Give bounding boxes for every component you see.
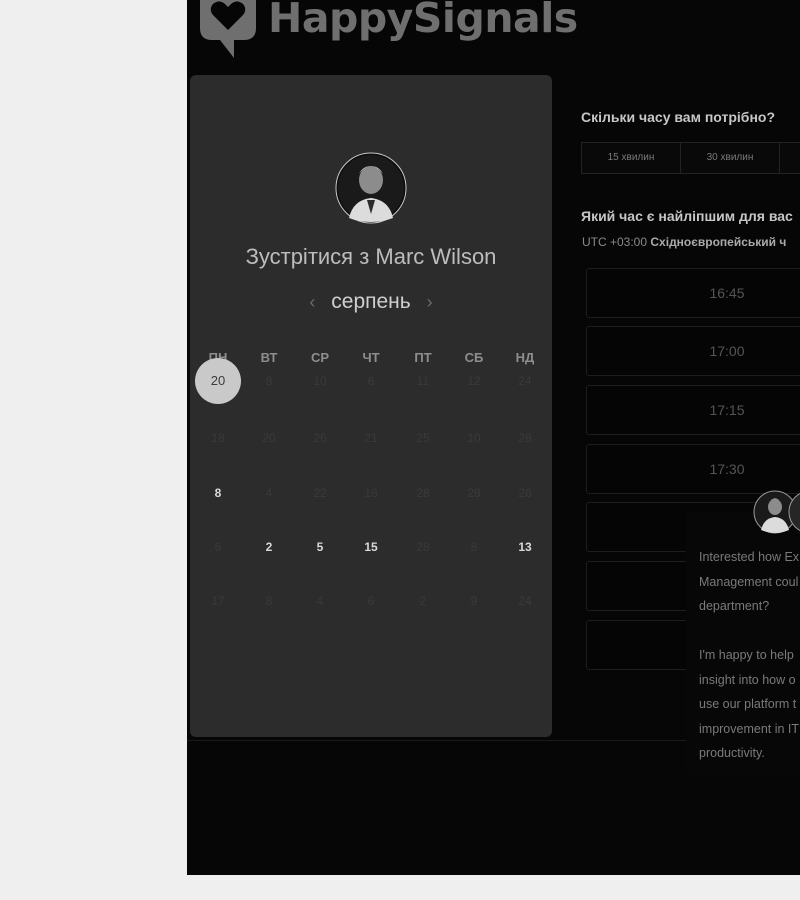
time-slot[interactable]: 17:15	[586, 385, 800, 435]
chat-line	[699, 619, 800, 644]
heart-chat-logo-icon	[200, 0, 256, 58]
calendar-day: 10	[313, 374, 327, 388]
calendar-day: 2	[419, 594, 427, 608]
calendar-day: 10	[467, 431, 481, 445]
calendar-day: 28	[518, 431, 532, 445]
calendar-day: 6	[214, 540, 222, 554]
calendar-day: 20	[262, 431, 276, 445]
duration-question: Скільки часу вам потрібно?	[581, 109, 776, 125]
timezone-offset: UTC +03:00	[582, 235, 648, 249]
calendar-day: 25	[416, 431, 430, 445]
chat-line: Management coul	[699, 574, 799, 589]
calendar-day: 4	[316, 594, 324, 608]
weekday-header: ВТ	[260, 350, 278, 365]
chevron-left-icon[interactable]: ‹	[309, 292, 315, 312]
duration-option[interactable]: 30 хвилин	[680, 142, 780, 174]
chevron-right-icon[interactable]: ›	[427, 292, 433, 312]
calendar-day: 24	[518, 594, 532, 608]
calendar-day: 17	[211, 594, 225, 608]
calendar-day: 26	[518, 486, 532, 500]
duration-option[interactable]: 15 хвилин	[581, 142, 681, 174]
time-slot[interactable]: 16:45	[586, 268, 800, 318]
calendar-day: 12	[467, 374, 481, 388]
chat-line: insight into how o	[699, 672, 796, 687]
time-question: Який час є найліпшим для вас	[581, 208, 793, 224]
calendar-day: 18	[211, 431, 225, 445]
calendar-day[interactable]: 13	[505, 536, 545, 558]
brand-name: HappySignals	[268, 0, 578, 42]
calendar-day: 6	[367, 374, 375, 388]
chat-line: productivity.	[699, 746, 765, 760]
calendar-day: 8	[265, 374, 273, 388]
calendar-day: 28	[416, 486, 430, 500]
calendar-day: 18	[364, 486, 378, 500]
meeting-title: Зустрітися з Marc Wilson	[245, 244, 497, 269]
time-slot-label: 16:45	[709, 285, 745, 301]
calendar-day: 4	[265, 486, 273, 500]
calendar-day-selected[interactable]: 20	[195, 358, 241, 404]
calendar-day[interactable]: 8	[198, 482, 238, 504]
timezone-label[interactable]: UTC +03:00 Східноєвропейський ч	[582, 235, 786, 249]
weekday-header: ПТ	[414, 350, 432, 365]
host-avatar	[335, 152, 407, 224]
calendar-day: 11	[416, 374, 430, 388]
time-slot-label: 17:30	[709, 461, 745, 477]
chat-line: use our platform t	[699, 697, 797, 711]
timezone-name: Східноєвропейський ч	[650, 235, 787, 249]
weekday-header: ЧТ	[362, 350, 380, 365]
calendar-day: 8	[470, 540, 478, 554]
weekday-header: СР	[310, 350, 330, 365]
time-slot[interactable]: 17:30	[586, 444, 800, 494]
time-slot-label: 17:15	[709, 402, 745, 418]
calendar-day[interactable]: 15	[351, 536, 391, 558]
chat-line: Interested how Ex	[699, 550, 800, 564]
chat-line: I'm happy to help	[699, 648, 794, 662]
calendar-day: 22	[313, 486, 327, 500]
chat-line: department?	[699, 599, 770, 613]
chat-agent-avatar	[788, 492, 800, 532]
chat-message: Interested how Ex Management coul depart…	[699, 545, 800, 766]
calendar-day: 21	[364, 431, 378, 445]
calendar-day: 9	[470, 594, 478, 608]
calendar-day: 6	[367, 594, 375, 608]
calendar-day: 24	[518, 374, 532, 388]
duration-option[interactable]	[779, 142, 800, 174]
calendar-day: 8	[265, 594, 273, 608]
month-label: серпень	[331, 290, 411, 313]
month-navigation: ‹ серпень ›	[190, 290, 552, 314]
weekday-header: НД	[515, 350, 535, 365]
calendar-day: 28	[467, 486, 481, 500]
chat-line: improvement in IT	[699, 721, 800, 736]
calendar-day[interactable]: 2	[249, 536, 289, 558]
calendar-day[interactable]: 5	[300, 536, 340, 558]
time-slot-label: 17:00	[709, 343, 745, 359]
time-slot[interactable]: 17:00	[586, 326, 800, 376]
calendar-day: 26	[313, 431, 327, 445]
weekday-header: СБ	[464, 350, 484, 365]
calendar-day: 28	[416, 540, 430, 554]
